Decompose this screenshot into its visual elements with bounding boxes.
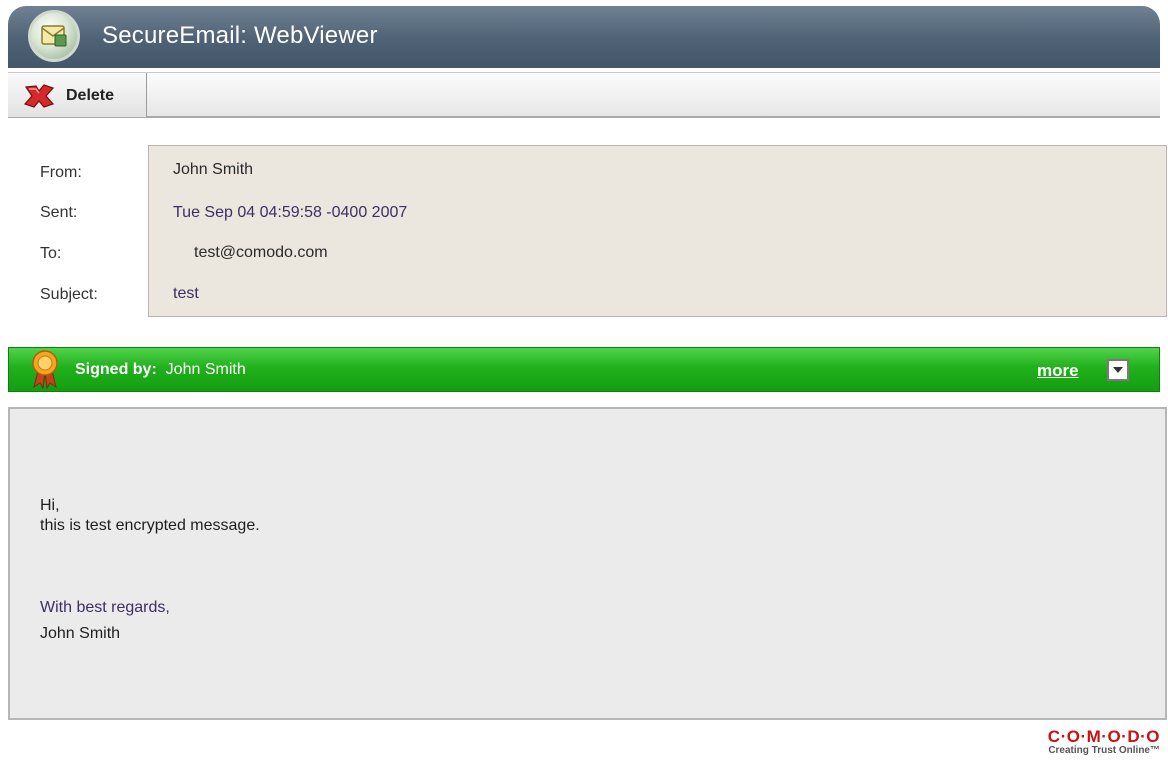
secure-email-icon (28, 10, 80, 62)
message-line: John Smith (40, 625, 121, 642)
from-value: John Smith (173, 161, 254, 178)
message-line: With best regards, (40, 599, 170, 616)
comodo-tagline: Creating Trust Online™ (1048, 745, 1160, 756)
delete-label: Delete (66, 87, 115, 104)
message-header-panel: John Smith Tue Sep 04 04:59:58 -0400 200… (148, 145, 1167, 317)
subject-label: Subject: (40, 286, 98, 303)
award-ribbon-icon (32, 350, 58, 389)
message-line: this is test encrypted message. (40, 517, 260, 534)
comodo-logo: C·O·M·O·D·O Creating Trust Online™ (1028, 728, 1160, 757)
signed-by-prefix: Signed by: (75, 361, 157, 378)
message-body: Hi, this is test encrypted message. With… (8, 407, 1167, 720)
title-bar: SecureEmail: WebViewer (8, 6, 1160, 68)
to-label: To: (40, 245, 62, 262)
comodo-logo-name: C·O·M·O·D·O (1047, 727, 1160, 746)
toolbar: Delete (8, 72, 1160, 118)
subject-value: test (173, 285, 199, 302)
delete-button[interactable]: Delete (8, 73, 147, 117)
sent-value: Tue Sep 04 04:59:58 -0400 2007 (173, 204, 408, 221)
signature-bar: Signed by: John Smith more (8, 347, 1160, 392)
signer-name: John Smith (165, 361, 246, 378)
more-link[interactable]: more (1037, 361, 1079, 381)
from-label: From: (40, 164, 82, 181)
signed-by-text: Signed by: John Smith (75, 361, 246, 379)
more-toggle-button[interactable] (1107, 359, 1129, 381)
window-title: SecureEmail: WebViewer (102, 22, 378, 49)
delete-x-icon (23, 84, 55, 108)
sent-label: Sent: (40, 204, 78, 221)
message-line: Hi, (40, 497, 60, 514)
chevron-down-icon (1113, 367, 1123, 373)
to-value[interactable]: test@comodo.com (194, 244, 328, 262)
